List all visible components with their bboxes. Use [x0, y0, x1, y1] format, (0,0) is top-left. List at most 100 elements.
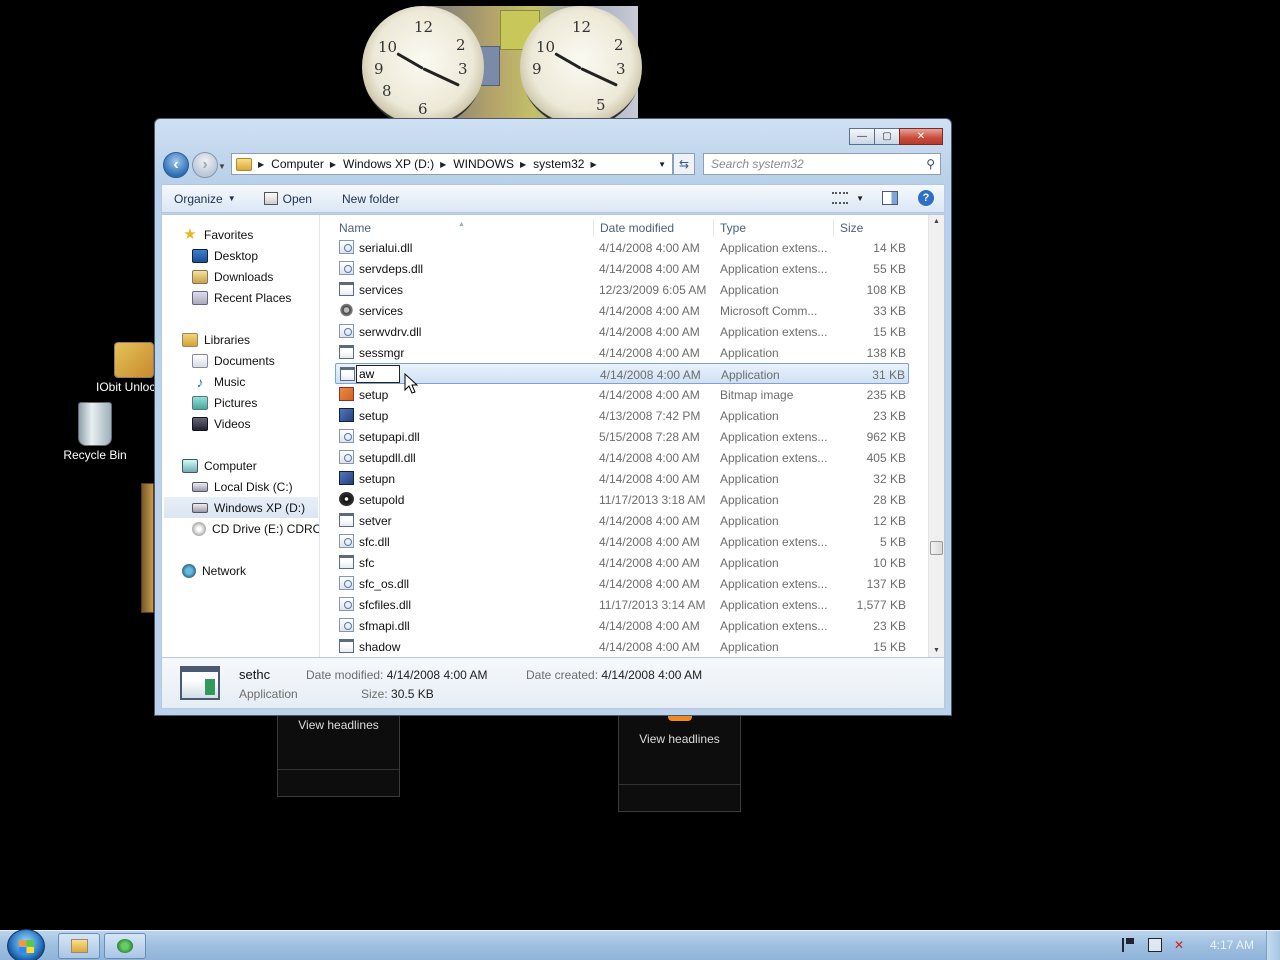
new-folder-button[interactable]: New folder	[330, 192, 411, 206]
application-icon	[339, 492, 354, 506]
nav-downloads[interactable]: Downloads	[192, 266, 273, 287]
nav-cd-drive[interactable]: CD Drive (E:) CDROM	[192, 518, 319, 539]
close-button[interactable]: ✕	[899, 128, 943, 145]
clock-gadget-right[interactable]: 12 2 3 9 10 5	[520, 6, 642, 128]
navigation-pane[interactable]: ★ Favorites Desktop Downloads Recent Plac…	[162, 215, 320, 657]
nav-label: Local Disk (C:)	[214, 479, 293, 494]
column-divider[interactable]	[713, 219, 714, 237]
network-tray-icon[interactable]	[1147, 938, 1162, 952]
file-row[interactable]: sfc 4/14/2008 4:00 AM Application 10 KB	[335, 552, 909, 573]
file-list[interactable]: Name ▲ Date modified Type Size serialui.…	[321, 215, 927, 657]
scrollbar-thumb[interactable]	[930, 541, 943, 555]
file-row[interactable]: sfc.dll 4/14/2008 4:00 AM Application exte…	[335, 531, 909, 552]
explorer-window[interactable]: — ▢ ✕ ‹ › ▼ ▶ Computer ▶ Windows XP (D:)…	[154, 118, 952, 716]
minimize-button[interactable]: —	[849, 128, 875, 145]
toolbar-right: ▼ ?	[832, 190, 934, 206]
column-divider[interactable]	[593, 219, 594, 237]
file-row[interactable]: sfc_os.dll 4/14/2008 4:00 AM Application e…	[335, 573, 909, 594]
file-row[interactable]: setup 4/14/2008 4:00 AM Bitmap image 235 KB	[335, 384, 909, 405]
address-bar[interactable]: ▶ Computer ▶ Windows XP (D:) ▶ WINDOWS ▶…	[231, 153, 673, 175]
search-input[interactable]: Search system32 ⚲	[703, 153, 941, 175]
column-type[interactable]: Type	[720, 221, 746, 235]
breadcrumb-chevron-icon[interactable]: ▶	[590, 160, 596, 169]
nav-computer[interactable]: Computer	[182, 455, 257, 476]
back-button[interactable]: ‹	[163, 152, 189, 178]
open-button[interactable]: Open	[252, 192, 324, 206]
nav-libraries[interactable]: Libraries	[182, 329, 250, 350]
scroll-up-arrow-icon[interactable]: ▲	[933, 218, 940, 225]
nav-documents[interactable]: Documents	[192, 350, 275, 371]
file-row[interactable]: sessmgr 4/14/2008 4:00 AM Application 138 K…	[335, 342, 909, 363]
help-icon[interactable]: ?	[918, 190, 934, 206]
organize-button[interactable]: Organize ▼	[162, 192, 248, 206]
taskbar-app-button[interactable]	[104, 933, 146, 959]
nav-videos[interactable]: Videos	[192, 413, 250, 434]
nav-music[interactable]: ♪ Music	[192, 371, 246, 392]
application-icon	[339, 513, 354, 527]
headlines-link[interactable]: View headlines	[278, 718, 399, 732]
start-button[interactable]	[7, 929, 45, 960]
file-row[interactable]: services 12/23/2009 6:05 AM Application 108…	[335, 279, 909, 300]
application-icon	[340, 367, 355, 381]
desktop-icon-recycle-bin[interactable]: Recycle Bin	[55, 402, 135, 462]
clock-gadget-left[interactable]: 12 2 3 9 10 6 8	[362, 6, 484, 128]
nav-recent-places[interactable]: Recent Places	[192, 287, 291, 308]
file-size: 31 KB	[872, 368, 905, 382]
breadcrumb-chevron-icon[interactable]: ▶	[440, 160, 446, 169]
nav-favorites[interactable]: ★ Favorites	[182, 224, 253, 245]
headlines-link[interactable]: View headlines	[619, 732, 740, 746]
breadcrumb-windows[interactable]: WINDOWS	[453, 157, 514, 171]
breadcrumb-computer[interactable]: Computer	[271, 157, 324, 171]
scroll-down-arrow-icon[interactable]: ▼	[933, 647, 940, 654]
dll-file-icon	[339, 261, 354, 275]
breadcrumb-chevron-icon[interactable]: ▶	[520, 160, 526, 169]
taskbar-clock[interactable]: 4:17 AM	[1210, 938, 1254, 952]
address-dropdown-icon[interactable]: ▼	[658, 160, 666, 169]
nav-label: Documents	[214, 353, 275, 368]
breadcrumb-drive[interactable]: Windows XP (D:)	[343, 157, 434, 171]
file-row[interactable]: servdeps.dll 4/14/2008 4:00 AM Application…	[335, 258, 909, 279]
file-row[interactable]: setupn 4/14/2008 4:00 AM Application 32 KB	[335, 468, 909, 489]
file-row[interactable]: setup 4/13/2008 7:42 PM Application 23 KB	[335, 405, 909, 426]
search-icon[interactable]: ⚲	[926, 154, 935, 174]
file-row[interactable]: setver 4/14/2008 4:00 AM Application 12 KB	[335, 510, 909, 531]
headlines-gadget-right[interactable]: View headlines	[618, 710, 741, 812]
chevron-down-icon[interactable]: ▼	[856, 194, 864, 203]
nav-pictures[interactable]: Pictures	[192, 392, 257, 413]
column-size[interactable]: Size	[840, 221, 863, 235]
nav-local-disk[interactable]: Local Disk (C:)	[192, 476, 293, 497]
column-divider[interactable]	[833, 219, 834, 237]
forward-button[interactable]: ›	[192, 152, 218, 178]
breadcrumb-chevron-icon[interactable]: ▶	[258, 160, 264, 169]
vertical-scrollbar[interactable]: ▲ ▼	[928, 215, 944, 657]
file-row[interactable]: setupapi.dll 5/15/2008 7:28 AM Application…	[335, 426, 909, 447]
volume-muted-icon[interactable]: ✕	[1174, 938, 1188, 952]
details-file-kind: Application	[239, 687, 298, 701]
recent-pages-chevron-icon[interactable]: ▼	[218, 162, 226, 171]
file-row[interactable]: serwvdrv.dll 4/14/2008 4:00 AM Application…	[335, 321, 909, 342]
file-row[interactable]: sfmapi.dll 4/14/2008 4:00 AM Application e…	[335, 615, 909, 636]
nav-windows-xp-drive[interactable]: Windows XP (D:)	[164, 497, 318, 518]
rename-input[interactable]: aw	[356, 365, 400, 383]
file-row[interactable]: services 4/14/2008 4:00 AM Microsoft Comm.…	[335, 300, 909, 321]
column-date-modified[interactable]: Date modified	[600, 221, 674, 235]
nav-desktop[interactable]: Desktop	[192, 245, 258, 266]
file-row[interactable]: serialui.dll 4/14/2008 4:00 AM Application…	[335, 237, 909, 258]
file-row[interactable]: sfcfiles.dll 11/17/2013 3:14 AM Applicatio…	[335, 594, 909, 615]
file-row[interactable]: setupdll.dll 4/14/2008 4:00 AM Application…	[335, 447, 909, 468]
taskbar-explorer-button[interactable]	[58, 933, 100, 959]
action-center-flag-icon[interactable]	[1121, 938, 1136, 952]
column-name[interactable]: Name	[339, 221, 371, 235]
refresh-button[interactable]: ⇆	[673, 153, 695, 175]
change-view-icon[interactable]	[832, 192, 849, 204]
headlines-gadget-left[interactable]: View headlines	[277, 710, 400, 797]
nav-network[interactable]: Network	[182, 560, 246, 581]
file-row[interactable]: setupold 11/17/2013 3:18 AM Application 28 …	[335, 489, 909, 510]
file-row-selected[interactable]: aw 4/14/2008 4:00 AM Application 31 KB	[335, 363, 909, 384]
breadcrumb-system32[interactable]: system32	[533, 157, 584, 171]
file-row[interactable]: shadow 4/14/2008 4:00 AM Application 15 KB	[335, 636, 909, 657]
preview-pane-icon[interactable]	[882, 191, 898, 205]
show-desktop-button[interactable]	[1266, 931, 1280, 960]
maximize-button[interactable]: ▢	[874, 128, 900, 145]
breadcrumb-chevron-icon[interactable]: ▶	[330, 160, 336, 169]
